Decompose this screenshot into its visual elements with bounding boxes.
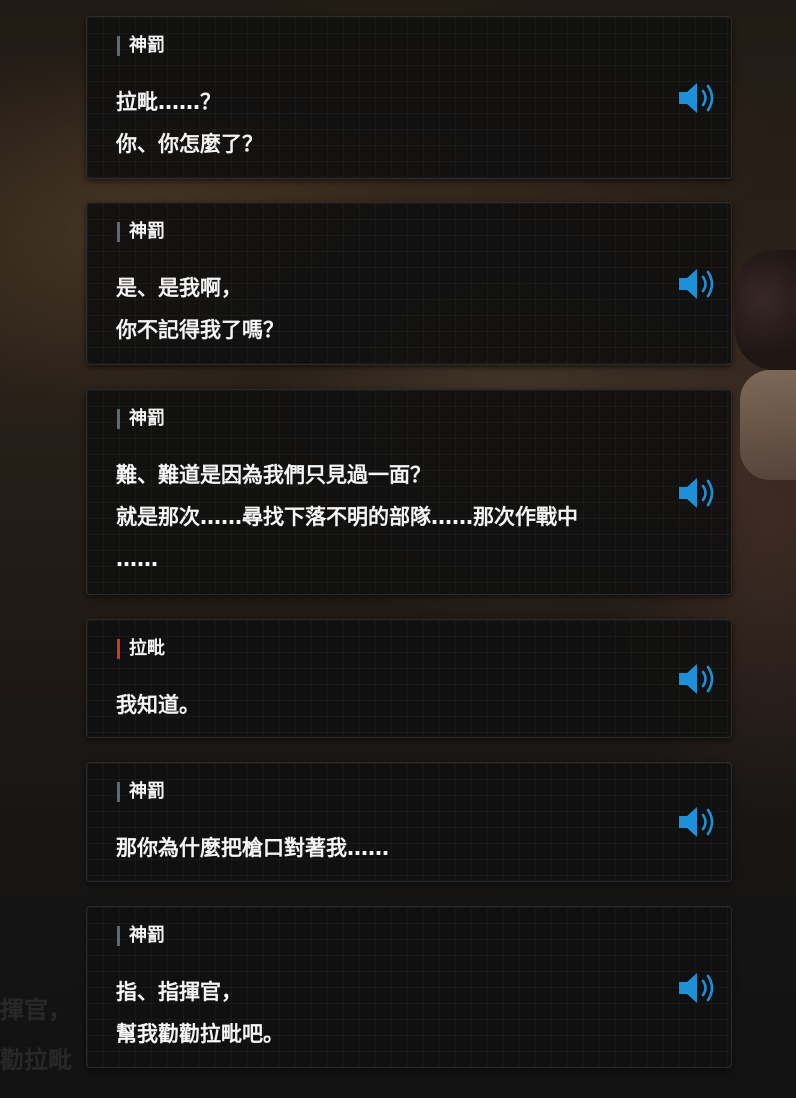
speaker-icon[interactable]	[677, 804, 719, 840]
speaker-marker	[117, 926, 120, 946]
speaker-marker	[117, 409, 120, 429]
dialog-line: 難、難道是因為我們只見過一面？	[116, 463, 431, 487]
speaker-name: 神罰	[129, 221, 165, 242]
speaker-label: 神罰	[117, 782, 165, 802]
speaker-name: 神罰	[129, 35, 165, 56]
speaker-marker	[117, 639, 120, 659]
dialog-box: 神罰 拉毗……？ 你、你怎麼了？	[86, 16, 732, 179]
dialog-line: 我知道。	[116, 693, 200, 717]
dialog-text: 那你為什麼把槍口對著我……	[116, 827, 676, 869]
dialog-line: 那你為什麼把槍口對著我……	[116, 836, 389, 860]
dialog-box: 神罰 那你為什麼把槍口對著我……	[86, 762, 732, 882]
dialog-text: 難、難道是因為我們只見過一面？ 就是那次……尋找下落不明的部隊……那次作戰中 ……	[116, 454, 676, 580]
speaker-label: 神罰	[117, 222, 165, 242]
background-figure-hair	[740, 370, 796, 480]
speaker-icon[interactable]	[677, 475, 719, 511]
speaker-icon[interactable]	[677, 661, 719, 697]
dialog-line: 你不記得我了嗎？	[116, 318, 284, 342]
background-figure-hat	[735, 250, 796, 370]
dialog-box: 神罰 是、是我啊， 你不記得我了嗎？	[86, 202, 732, 365]
dialog-box: 神罰 指、指揮官， 幫我勸勸拉毗吧。	[86, 906, 732, 1068]
speaker-label: 神罰	[117, 409, 165, 429]
background-text: 勸拉毗	[0, 1046, 72, 1074]
speaker-marker	[117, 36, 120, 56]
speaker-marker	[117, 782, 120, 802]
dialog-line: 是、是我啊，	[116, 276, 242, 300]
speaker-label: 神罰	[117, 36, 165, 56]
speaker-label: 神罰	[117, 926, 165, 946]
dialog-text: 指、指揮官， 幫我勸勸拉毗吧。	[116, 971, 676, 1055]
dialog-line: 拉毗……？	[116, 90, 221, 114]
speaker-icon[interactable]	[677, 80, 719, 116]
dialog-text: 是、是我啊， 你不記得我了嗎？	[116, 267, 676, 351]
dialog-line: 幫我勸勸拉毗吧。	[116, 1022, 284, 1046]
speaker-icon[interactable]	[677, 970, 719, 1006]
dialog-box: 拉毗 我知道。	[86, 619, 732, 738]
speaker-label: 拉毗	[117, 639, 165, 659]
dialog-text: 拉毗……？ 你、你怎麼了？	[116, 81, 676, 165]
dialog-line: 你、你怎麼了？	[116, 132, 263, 156]
speaker-icon[interactable]	[677, 266, 719, 302]
dialog-line: ……	[116, 547, 158, 571]
speaker-name: 神罰	[129, 925, 165, 946]
speaker-name: 拉毗	[129, 638, 165, 659]
background-text: 揮官，	[0, 996, 72, 1024]
speaker-name: 神罰	[129, 408, 165, 429]
dialog-box: 神罰 難、難道是因為我們只見過一面？ 就是那次……尋找下落不明的部隊……那次作戰…	[86, 389, 732, 595]
dialog-line: 指、指揮官，	[116, 980, 242, 1004]
dialog-line: 就是那次……尋找下落不明的部隊……那次作戰中	[116, 505, 578, 529]
speaker-name: 神罰	[129, 781, 165, 802]
dialog-text: 我知道。	[116, 684, 676, 726]
speaker-marker	[117, 222, 120, 242]
